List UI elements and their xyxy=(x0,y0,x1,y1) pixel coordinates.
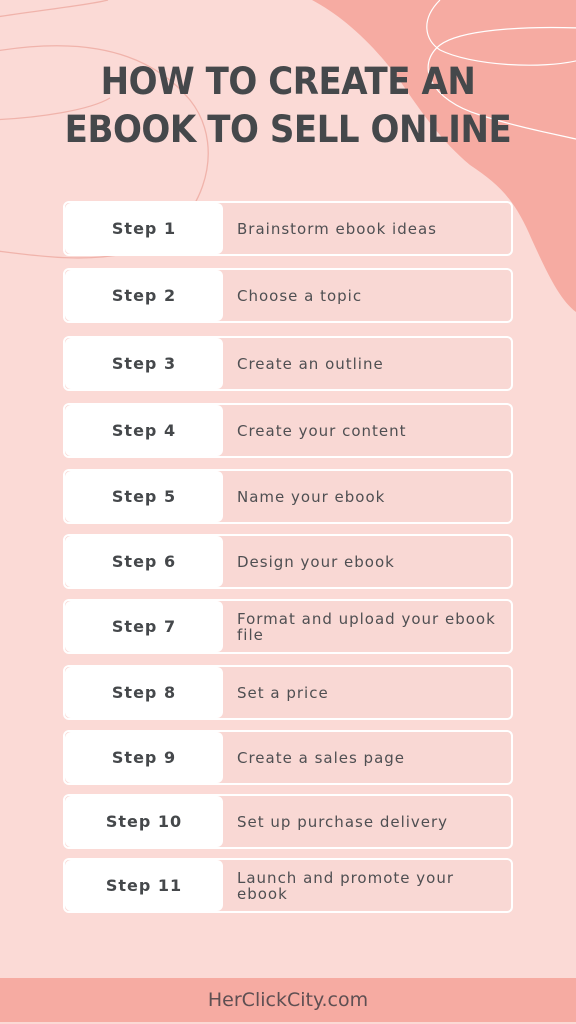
step-text: Format and upload your ebook file xyxy=(237,609,496,644)
step-text: Design your ebook xyxy=(237,552,395,571)
step-card: Step 11 Launch and promote your ebook xyxy=(63,858,513,913)
step-text: Launch and promote your ebook xyxy=(237,868,455,903)
step-text: Create an outline xyxy=(237,354,384,373)
step-text: Create your content xyxy=(237,421,407,440)
step-card: Step 8 Set a price xyxy=(63,665,513,720)
step-label: Step 10 xyxy=(65,796,223,847)
step-card: Step 10 Set up purchase delivery xyxy=(63,794,513,849)
step-text: Set a price xyxy=(237,683,329,702)
step-text: Create a sales page xyxy=(237,748,406,767)
step-text: Set up purchase delivery xyxy=(237,812,449,831)
footer-bar: HerClickCity.com xyxy=(0,978,576,1022)
step-card: Step 2 Choose a topic xyxy=(63,268,513,323)
loop-line-right xyxy=(426,0,576,66)
step-label: Step 2 xyxy=(65,270,223,321)
step-card: Step 7 Format and upload your ebook file xyxy=(63,599,513,654)
page-title: HOW TO CREATE AN EBOOK TO SELL ONLINE xyxy=(23,58,553,154)
step-label: Step 5 xyxy=(65,471,223,522)
step-label: Step 8 xyxy=(65,667,223,718)
step-card: Step 5 Name your ebook xyxy=(63,469,513,524)
step-label: Step 3 xyxy=(65,338,223,389)
step-text: Name your ebook xyxy=(237,487,386,506)
step-label: Step 11 xyxy=(65,860,223,911)
accent-blob-shape xyxy=(312,0,576,312)
step-text: Brainstorm ebook ideas xyxy=(237,219,437,238)
step-label: Step 9 xyxy=(65,732,223,783)
step-card: Step 1 Brainstorm ebook ideas xyxy=(63,201,513,256)
step-label: Step 6 xyxy=(65,536,223,587)
step-card: Step 3 Create an outline xyxy=(63,336,513,391)
step-label: Step 4 xyxy=(65,405,223,456)
step-text: Choose a topic xyxy=(237,286,363,305)
step-label: Step 7 xyxy=(65,601,223,652)
step-card: Step 9 Create a sales page xyxy=(63,730,513,785)
footer-site-link[interactable]: HerClickCity.com xyxy=(208,989,368,1011)
step-card: Step 4 Create your content xyxy=(63,403,513,458)
title-line-1: HOW TO CREATE AN xyxy=(100,60,476,103)
title-line-2: EBOOK TO SELL ONLINE xyxy=(64,108,512,151)
step-label: Step 1 xyxy=(65,203,223,254)
step-card: Step 6 Design your ebook xyxy=(63,534,513,589)
